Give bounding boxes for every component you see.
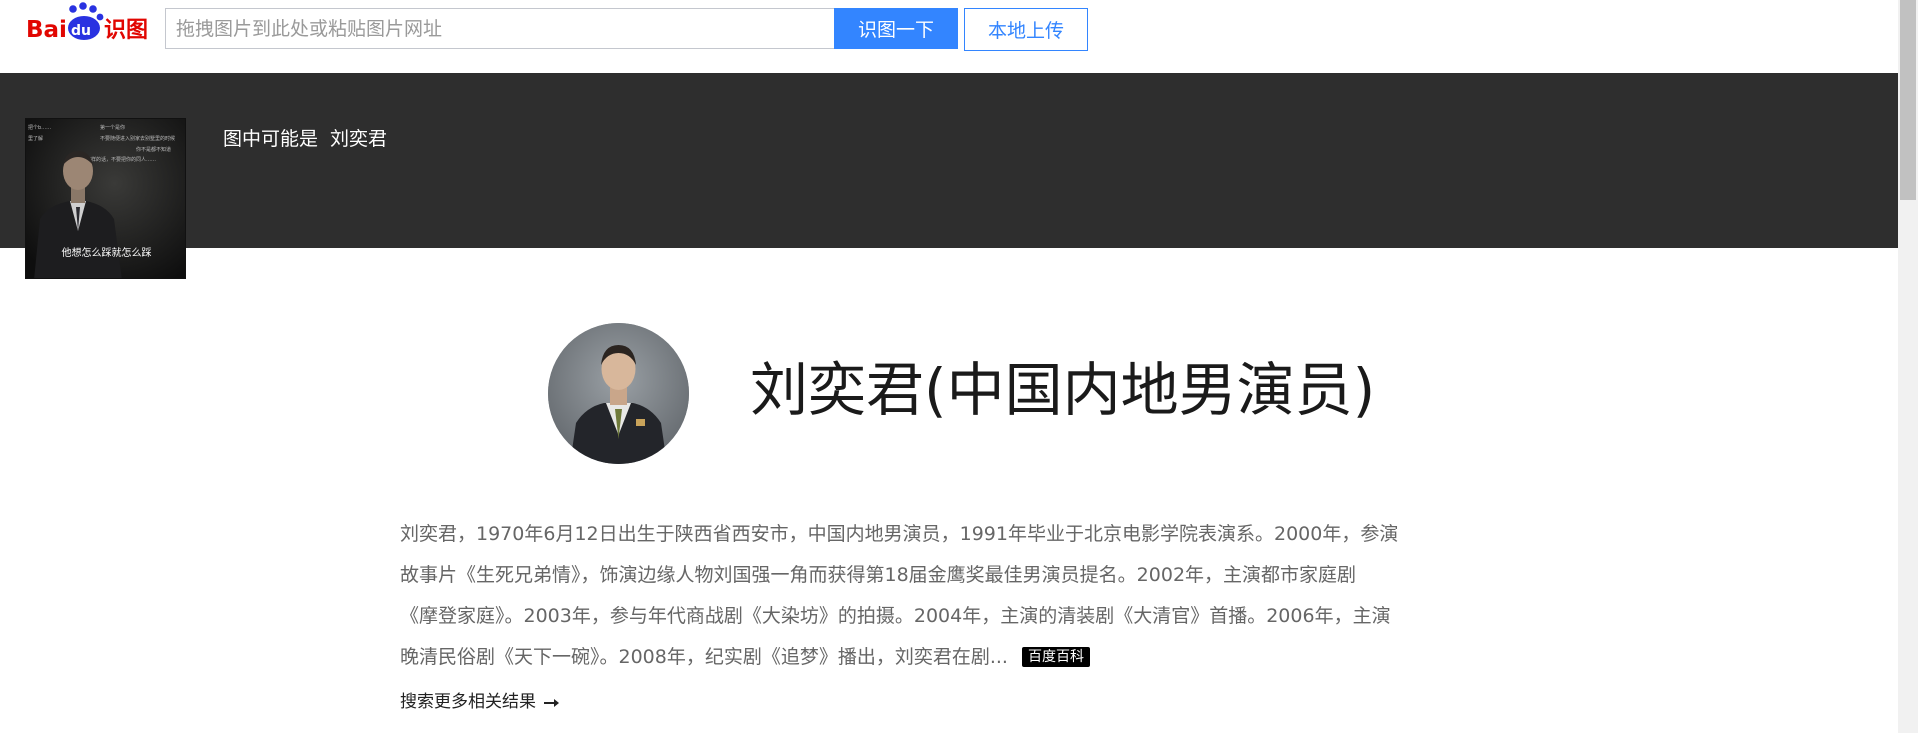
recognition-result: 图中可能是 刘奕君 (223, 124, 387, 151)
thumb-bg-text-4: 不要随便进入别家去别墅里的时候 (100, 135, 175, 142)
search-image-button[interactable]: 识图一下 (834, 8, 958, 49)
person-avatar[interactable] (548, 323, 689, 464)
query-image-thumbnail[interactable]: 把个b…… 里了解 第一个是你 不要随便进入别家去别墅里的时候 你不是都不知道 … (25, 118, 186, 279)
thumb-bg-text-2: 里了解 (28, 135, 43, 142)
description-line-1: 刘奕君，1970年6月12日出生于陕西省西安市，中国内地男演员，1991年毕业于… (400, 523, 1399, 545)
more-results-link[interactable]: 搜索更多相关结果 (400, 687, 560, 712)
description-line-2: 故事片《生死兄弟情》，饰演边缘人物刘国强一角而获得第18届金鹰奖最佳男演员提名。… (400, 564, 1357, 586)
description-line-3: 《摩登家庭》。2003年，参与年代商战剧《大染坊》的拍摄。2004年，主演的清装… (400, 605, 1391, 627)
logo-product-text: 识图 (104, 18, 148, 43)
local-upload-button[interactable]: 本地上传 (964, 8, 1088, 51)
person-description: 刘奕君，1970年6月12日出生于陕西省西安市，中国内地男演员，1991年毕业于… (400, 514, 1510, 678)
description-line-4: 晚清民俗剧《天下一碗》。2008年，纪实剧《追梦》播出，刘奕君在剧... 百度百科 (400, 637, 1510, 678)
more-results-label: 搜索更多相关结果 (400, 692, 536, 712)
logo-bai-text: Bai (26, 17, 67, 43)
scrollbar-thumb[interactable] (1900, 0, 1916, 200)
result-banner (0, 73, 1898, 248)
avatar-image (548, 323, 689, 464)
baike-source-badge[interactable]: 百度百科 (1021, 647, 1090, 667)
arrow-right-icon (544, 699, 559, 707)
thumb-bg-text-3: 第一个是你 (100, 124, 125, 131)
thumb-subtitle: 他想怎么踩就怎么踩 (62, 246, 152, 259)
top-bar: Bai du 识图 识图一下 本地上传 (0, 0, 1898, 73)
search-box (165, 8, 834, 49)
logo-du-text: du (71, 23, 91, 39)
thumb-bg-text-5: 你不是都不知道 (136, 146, 171, 153)
result-prefix: 图中可能是 (223, 128, 319, 150)
result-name[interactable]: 刘奕君 (330, 128, 387, 150)
thumb-bg-text-1: 把个b…… (28, 124, 51, 131)
description-line-4-text: 晚清民俗剧《天下一碗》。2008年，纪实剧《追梦》播出，刘奕君在剧... (400, 646, 1008, 668)
image-url-input[interactable] (166, 9, 834, 48)
baidu-shitu-logo[interactable]: Bai du 识图 (26, 2, 151, 46)
page-scrollbar[interactable] (1898, 0, 1918, 733)
person-title[interactable]: 刘奕君(中国内地男演员) (750, 352, 1375, 428)
thumb-bg-text-6: 这样的话，不要把你的同人…… (86, 156, 156, 163)
query-image: 把个b…… 里了解 第一个是你 不要随便进入别家去别墅里的时候 你不是都不知道 … (26, 119, 185, 278)
